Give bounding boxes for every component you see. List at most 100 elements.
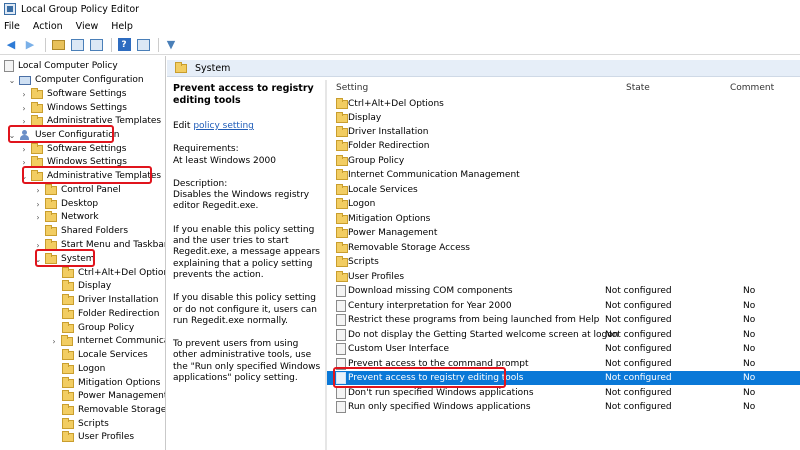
tree-item-uc-administrative-templates[interactable]: ⌄ Administrative Templates: [20, 169, 161, 183]
tree-item-network[interactable]: › Network: [34, 210, 99, 224]
folder-icon: [45, 238, 57, 250]
row-state: Not configured: [605, 373, 672, 383]
filter-icon[interactable]: ▼: [163, 37, 179, 53]
chevron-right-icon[interactable]: ›: [34, 213, 42, 222]
tree-item-ctrl-alt-del[interactable]: Ctrl+Alt+Del Options: [62, 266, 165, 280]
tree-item-scripts[interactable]: Scripts: [62, 417, 109, 431]
edit-policy-setting-link[interactable]: policy setting: [193, 121, 254, 131]
tree-item-uc-windows-settings[interactable]: › Windows Settings: [20, 155, 127, 169]
list-folder-row[interactable]: Display: [327, 111, 800, 125]
list-folder-row[interactable]: Driver Installation: [327, 125, 800, 139]
column-header-comment[interactable]: Comment: [730, 83, 774, 93]
tree-item-driver-installation[interactable]: Driver Installation: [62, 293, 158, 307]
chevron-right-icon[interactable]: ›: [34, 200, 42, 209]
tree-item-local-computer-policy[interactable]: Local Computer Policy: [4, 59, 118, 73]
policy-row[interactable]: Download missing COM components Not confi…: [327, 284, 800, 298]
chevron-down-icon[interactable]: ⌄: [8, 131, 16, 140]
forward-arrow-icon[interactable]: ▶: [22, 37, 38, 53]
tree-item-group-policy[interactable]: Group Policy: [62, 321, 134, 335]
help-icon[interactable]: ?: [116, 37, 132, 53]
tree-item-display[interactable]: Display: [62, 279, 111, 293]
menu-bar: File Action View Help: [0, 18, 800, 35]
up-folder-icon[interactable]: [50, 37, 66, 53]
tree-item-system[interactable]: ⌄ System: [34, 252, 95, 266]
tree-item-user-configuration[interactable]: ⌄ User Configuration: [8, 128, 119, 142]
tree-item-label: Removable Storage A: [78, 405, 166, 415]
policy-row[interactable]: Prevent access to the command prompt Not …: [327, 357, 800, 371]
menu-action[interactable]: Action: [33, 21, 63, 32]
list-folder-row[interactable]: Power Management: [327, 226, 800, 240]
tree-item-computer-configuration[interactable]: ⌄ Computer Configuration: [8, 73, 144, 87]
policy-row[interactable]: Restrict these programs from being launc…: [327, 313, 800, 327]
row-comment: No: [743, 373, 756, 383]
description-label: Description:: [173, 178, 228, 189]
list-folder-row[interactable]: User Profiles: [327, 270, 800, 284]
menu-view[interactable]: View: [76, 21, 99, 32]
policy-row-selected[interactable]: Prevent access to registry editing tools…: [327, 371, 800, 385]
back-arrow-icon[interactable]: ◀: [3, 37, 19, 53]
chevron-right-icon[interactable]: ›: [20, 90, 28, 99]
chevron-right-icon[interactable]: ›: [20, 158, 28, 167]
tree-item-user-profiles[interactable]: User Profiles: [62, 430, 134, 444]
list-folder-row[interactable]: Folder Redirection: [327, 139, 800, 153]
folder-icon: [62, 403, 74, 415]
folder-icon: [336, 125, 348, 137]
chevron-down-icon[interactable]: ⌄: [20, 172, 28, 181]
list-folder-row[interactable]: Ctrl+Alt+Del Options: [327, 97, 800, 111]
row-label: Folder Redirection: [348, 141, 430, 151]
tree-item-desktop[interactable]: › Desktop: [34, 197, 98, 211]
policy-row[interactable]: Do not display the Getting Started welco…: [327, 328, 800, 342]
policy-row[interactable]: Century interpretation for Year 2000 Not …: [327, 299, 800, 313]
column-header-setting[interactable]: Setting: [336, 83, 368, 93]
tree-item-label: Driver Installation: [78, 295, 159, 305]
policy-row[interactable]: Run only specified Windows applications N…: [327, 400, 800, 414]
tree-item-removable-storage[interactable]: Removable Storage A: [62, 403, 166, 417]
properties-icon[interactable]: [135, 37, 151, 53]
chevron-right-icon[interactable]: ›: [34, 241, 42, 250]
chevron-right-icon[interactable]: ›: [20, 104, 28, 113]
folder-icon: [45, 197, 57, 209]
column-header-state[interactable]: State: [626, 83, 650, 93]
chevron-right-icon[interactable]: ›: [50, 337, 58, 346]
chevron-down-icon[interactable]: ⌄: [34, 255, 42, 264]
tree-item-locale-services[interactable]: Locale Services: [62, 348, 148, 362]
list-folder-row[interactable]: Locale Services: [327, 183, 800, 197]
chevron-right-icon[interactable]: ›: [34, 186, 42, 195]
tree-item-control-panel[interactable]: › Control Panel: [34, 183, 121, 197]
menu-help[interactable]: Help: [111, 21, 133, 32]
chevron-right-icon[interactable]: ›: [20, 145, 28, 154]
folder-icon: [62, 321, 74, 333]
menu-file[interactable]: File: [4, 21, 20, 32]
tree-item-cc-software-settings[interactable]: › Software Settings: [20, 87, 126, 101]
export-list-icon[interactable]: [88, 37, 104, 53]
policy-row[interactable]: Don't run specified Windows applications…: [327, 386, 800, 400]
tree-item-power-management[interactable]: Power Management: [62, 389, 165, 403]
tree-item-folder-redirection[interactable]: Folder Redirection: [62, 307, 160, 321]
chevron-right-icon[interactable]: ›: [20, 117, 28, 126]
list-folder-row[interactable]: Scripts: [327, 255, 800, 269]
tree-item-start-menu-and-taskbar[interactable]: › Start Menu and Taskbar: [34, 238, 165, 252]
tree-item-cc-windows-settings[interactable]: › Windows Settings: [20, 101, 127, 115]
show-hide-tree-icon[interactable]: [69, 37, 85, 53]
list-header: Setting State Comment: [327, 80, 800, 96]
row-label: Don't run specified Windows applications: [348, 388, 534, 398]
row-state: Not configured: [605, 286, 672, 296]
list-folder-row[interactable]: Internet Communication Management: [327, 168, 800, 182]
row-state: Not configured: [605, 330, 672, 340]
settings-list: Setting State Comment Ctrl+Alt+Del Optio…: [327, 80, 800, 450]
chevron-down-icon[interactable]: ⌄: [8, 76, 16, 85]
folder-icon: [336, 139, 348, 151]
tree-item-logon[interactable]: Logon: [62, 362, 105, 376]
tree-item-mitigation-options[interactable]: Mitigation Options: [62, 376, 160, 390]
row-label: Run only specified Windows applications: [348, 402, 531, 412]
row-label: Ctrl+Alt+Del Options: [348, 99, 444, 109]
tree-item-uc-software-settings[interactable]: › Software Settings: [20, 142, 126, 156]
list-folder-row[interactable]: Removable Storage Access: [327, 241, 800, 255]
list-folder-row[interactable]: Logon: [327, 197, 800, 211]
list-folder-row[interactable]: Mitigation Options: [327, 212, 800, 226]
tree-item-internet-communication[interactable]: › Internet Communicati: [50, 334, 165, 348]
tree-item-cc-administrative-templates[interactable]: › Administrative Templates: [20, 114, 161, 128]
list-folder-row[interactable]: Group Policy: [327, 154, 800, 168]
policy-row[interactable]: Custom User Interface Not configured No: [327, 342, 800, 356]
tree-item-shared-folders[interactable]: Shared Folders: [45, 224, 128, 238]
